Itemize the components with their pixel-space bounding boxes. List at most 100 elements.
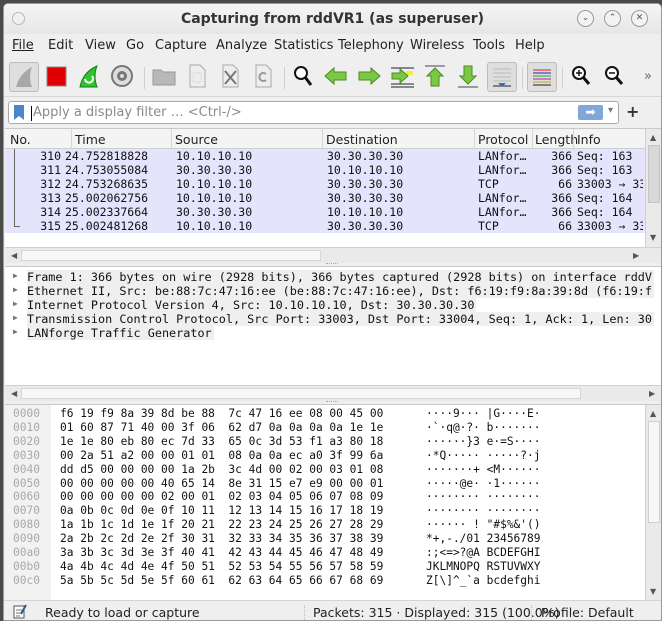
expand-arrow-icon[interactable]: ▶ [13, 313, 18, 322]
scroll-up-icon[interactable]: ▲ [650, 133, 656, 142]
hex-bytes[interactable]: f6 19 f9 8a 39 8d be 88 7c 47 16 ee 08 0… [60, 407, 383, 420]
hex-ascii[interactable]: Z[\]^_`a bcdefghi [426, 574, 541, 587]
hex-bytes[interactable]: 00 2a 51 a2 00 00 01 01 08 0a 0a ec a0 3… [60, 449, 383, 462]
restart-capture-button[interactable] [75, 62, 105, 92]
hex-ascii[interactable]: JKLMNOPQ RSTUVWXY [426, 560, 541, 573]
menu-file[interactable]: File [12, 38, 34, 53]
hex-ascii[interactable]: ········ ········ [426, 504, 541, 517]
expand-arrow-icon[interactable]: ▶ [13, 327, 18, 336]
hex-ascii[interactable]: ······}3 e·=S···· [426, 435, 541, 448]
go-back-button[interactable] [322, 62, 352, 92]
packet-row[interactable]: 311 24.753055084 30.30.30.30 10.10.10.10 LAN… [5, 163, 645, 177]
packet-row[interactable]: 314 25.002337664 30.30.30.30 10.10.10.10 LAN… [5, 205, 645, 219]
apply-filter-button[interactable]: ➡ [578, 105, 603, 120]
packet-row[interactable]: 310 24.752818828 10.10.10.10 30.30.30.30 LAN… [5, 149, 645, 163]
hex-bytes[interactable]: 00 00 00 00 00 02 00 01 02 03 04 05 06 0… [60, 490, 383, 503]
menu-capture[interactable]: Capture [155, 38, 207, 53]
packet-row[interactable]: 312 24.753268635 10.10.10.10 30.30.30.30 TCP… [5, 177, 645, 191]
expand-arrow-icon[interactable]: ▶ [13, 299, 18, 308]
scrollbar-thumb[interactable] [648, 145, 660, 203]
hex-ascii[interactable]: ····9··· |G····E· [426, 407, 541, 420]
scrollbar-thumb[interactable] [648, 421, 660, 523]
packet-row[interactable]: 315 25.002481268 10.10.10.10 30.30.30.30 TCP… [5, 219, 645, 233]
minimize-button[interactable]: ⌄ [577, 10, 594, 27]
packet-list-vscrollbar[interactable]: ▲ ▼ [645, 129, 661, 247]
menu-statistics[interactable]: Statistics [274, 38, 333, 53]
hex-bytes[interactable]: 1a 1b 1c 1d 1e 1f 20 21 22 23 24 25 26 2… [60, 518, 383, 531]
hex-bytes[interactable]: 1e 1e 80 eb 80 ec 7d 33 65 0c 3d 53 f1 a… [60, 435, 383, 448]
close-button[interactable]: ✕ [631, 10, 648, 27]
scrollbar-thumb[interactable] [21, 250, 321, 261]
start-capture-button[interactable] [9, 62, 39, 92]
pane-splitter[interactable] [326, 263, 338, 265]
go-first-button[interactable] [421, 62, 451, 92]
detail-tree-item[interactable]: ▶ Ethernet II, Src: be:88:7c:47:16:ee (be… [5, 284, 657, 298]
bytes-vscrollbar[interactable]: ▲ ▼ [645, 405, 661, 601]
display-filter-input[interactable]: Apply a display filter … <Ctrl-/> ➡ ▾ [8, 101, 619, 124]
zoom-in-button[interactable] [567, 62, 597, 92]
detail-tree-item[interactable]: ▶ Internet Protocol Version 4, Src: 10.10… [5, 298, 657, 312]
hex-ascii[interactable]: *+,-./01 23456789 [426, 532, 541, 545]
reload-file-button[interactable] [249, 62, 279, 92]
menu-edit[interactable]: Edit [48, 38, 73, 53]
colorize-button[interactable] [527, 62, 557, 92]
menu-analyze[interactable]: Analyze [216, 38, 267, 53]
scroll-down-icon[interactable]: ▼ [650, 587, 656, 596]
capture-options-button[interactable] [108, 62, 138, 92]
expand-arrow-icon[interactable]: ▶ [13, 285, 18, 294]
hex-bytes[interactable]: 00 00 00 00 00 40 65 14 8e 31 15 e7 e9 0… [60, 477, 383, 490]
detail-tree-item[interactable]: ▶ Transmission Control Protocol, Src Port… [5, 312, 657, 326]
detail-tree-item[interactable]: ▶ Frame 1: 366 bytes on wire (2928 bits),… [5, 270, 657, 284]
add-filter-button[interactable]: + [626, 102, 639, 121]
bookmark-icon[interactable] [14, 105, 24, 120]
hex-ascii[interactable]: ······ ! "#$%&'() [426, 518, 541, 531]
close-file-button[interactable] [216, 62, 246, 92]
scroll-left-icon[interactable]: ◀ [11, 389, 17, 398]
open-file-button[interactable] [150, 62, 180, 92]
hex-bytes[interactable]: 5a 5b 5c 5d 5e 5f 60 61 62 63 64 65 66 6… [60, 574, 383, 587]
hex-bytes[interactable]: dd d5 00 00 00 00 1a 2b 3c 4d 00 02 00 0… [60, 463, 383, 476]
scroll-right-icon[interactable]: ▶ [649, 389, 655, 398]
expand-arrow-icon[interactable]: ▶ [13, 271, 18, 280]
hex-ascii[interactable]: ········ ········ [426, 490, 541, 503]
scroll-down-icon[interactable]: ▼ [650, 233, 656, 242]
menu-telephony[interactable]: Telephony [338, 38, 404, 53]
save-file-button[interactable] [183, 62, 213, 92]
hex-ascii[interactable]: ·····@e· ·1······ [426, 477, 541, 490]
packet-list-hscrollbar[interactable]: ◀ ▶ [5, 247, 661, 263]
hex-ascii[interactable]: :;<=>?@A BCDEFGHI [426, 546, 541, 559]
hex-bytes[interactable]: 01 60 87 71 40 00 3f 06 62 d7 0a 0a 0a 0… [60, 421, 383, 434]
hex-ascii[interactable]: ·`·q@·?· b······· [426, 421, 541, 434]
packet-row[interactable]: 313 25.002062756 10.10.10.10 30.30.30.30 LAN… [5, 191, 645, 205]
hex-ascii[interactable]: ·*Q····· ·····?·j [426, 449, 541, 462]
menu-tools[interactable]: Tools [473, 38, 505, 53]
go-last-button[interactable] [454, 62, 484, 92]
hex-ascii[interactable]: ·······+ <M······ [426, 463, 541, 476]
details-hscrollbar[interactable]: ◀ ▶ [5, 385, 661, 401]
stop-capture-button[interactable] [42, 62, 72, 92]
scroll-up-icon[interactable]: ▲ [650, 409, 656, 418]
status-profile[interactable]: Profile: Default [541, 605, 634, 620]
hex-bytes[interactable]: 4a 4b 4c 4d 4e 4f 50 51 52 53 54 55 56 5… [60, 560, 383, 573]
hex-bytes[interactable]: 0a 0b 0c 0d 0e 0f 10 11 12 13 14 15 16 1… [60, 504, 383, 517]
toolbar-overflow-icon[interactable]: » [644, 69, 652, 84]
detail-tree-item[interactable]: ▶ LANforge Traffic Generator [5, 326, 657, 340]
menu-view[interactable]: View [85, 38, 116, 53]
menu-help[interactable]: Help [515, 38, 545, 53]
scrollbar-thumb[interactable] [21, 388, 581, 399]
menu-go[interactable]: Go [126, 38, 144, 53]
pane-splitter[interactable] [326, 401, 338, 403]
find-packet-button[interactable] [289, 62, 319, 92]
go-to-packet-button[interactable] [388, 62, 418, 92]
expert-info-icon[interactable] [13, 604, 27, 619]
hex-bytes[interactable]: 3a 3b 3c 3d 3e 3f 40 41 42 43 44 45 46 4… [60, 546, 383, 559]
go-forward-button[interactable] [355, 62, 385, 92]
zoom-out-button[interactable] [600, 62, 630, 92]
menu-wireless[interactable]: Wireless [410, 38, 464, 53]
autoscroll-button[interactable] [487, 62, 517, 92]
hex-bytes[interactable]: 2a 2b 2c 2d 2e 2f 30 31 32 33 34 35 36 3… [60, 532, 383, 545]
maximize-button[interactable]: ⌃ [604, 10, 621, 27]
scroll-left-icon[interactable]: ◀ [11, 251, 17, 260]
scroll-right-icon[interactable]: ▶ [633, 251, 639, 260]
filter-history-dropdown[interactable]: ▾ [608, 105, 613, 116]
